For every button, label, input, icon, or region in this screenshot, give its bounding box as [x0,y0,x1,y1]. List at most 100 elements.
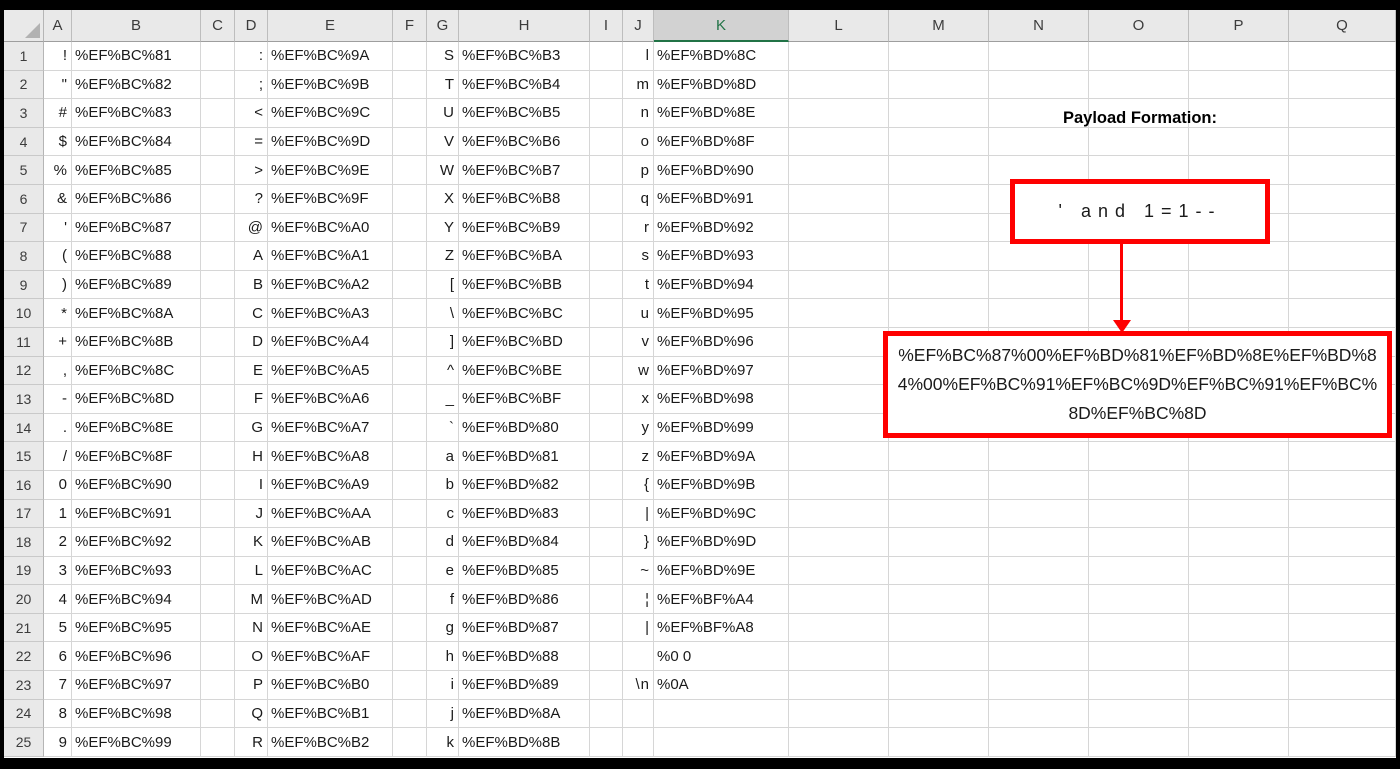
cell-G12[interactable]: ^ [427,356,459,386]
cell-O2[interactable] [1089,70,1189,100]
cell-N22[interactable] [989,642,1089,672]
cell-L18[interactable] [789,528,889,557]
cell-P4[interactable] [1189,127,1289,157]
cell-I12[interactable] [590,356,623,386]
cell-H20[interactable]: %EF%BD%86 [459,585,590,614]
cell-E5[interactable]: %EF%BC%9E [268,156,393,185]
cell-G20[interactable]: f [427,585,459,614]
cell-N25[interactable] [989,728,1089,757]
column-header-D[interactable]: D [235,10,268,42]
cell-L1[interactable] [789,42,889,71]
cell-H4[interactable]: %EF%BC%B6 [459,127,590,157]
cell-E9[interactable]: %EF%BC%A2 [268,270,393,300]
cell-F17[interactable] [393,499,427,529]
cell-I15[interactable] [590,442,623,471]
cell-D15[interactable]: H [235,442,268,471]
cell-F1[interactable] [393,42,427,71]
cell-O21[interactable] [1089,613,1189,643]
row-header-21[interactable]: 21 [4,613,44,643]
cell-I13[interactable] [590,385,623,414]
cell-C13[interactable] [201,385,235,414]
cell-C4[interactable] [201,127,235,157]
cell-O15[interactable] [1089,442,1189,471]
cell-N9[interactable] [989,270,1089,300]
cell-L19[interactable] [789,556,889,586]
cell-K12[interactable]: %EF%BD%97 [654,356,789,386]
cell-C2[interactable] [201,70,235,100]
cell-C7[interactable] [201,213,235,243]
cell-A3[interactable]: # [44,99,72,128]
cell-G15[interactable]: a [427,442,459,471]
cell-D8[interactable]: A [235,242,268,271]
cell-J10[interactable]: u [623,299,654,328]
cell-B3[interactable]: %EF%BC%83 [72,99,201,128]
cell-F6[interactable] [393,184,427,214]
cell-C15[interactable] [201,442,235,471]
cell-L12[interactable] [789,356,889,386]
cell-M19[interactable] [889,556,989,586]
cell-I2[interactable] [590,70,623,100]
cell-K5[interactable]: %EF%BD%90 [654,156,789,185]
cell-J11[interactable]: v [623,327,654,357]
cell-F25[interactable] [393,728,427,757]
cell-K9[interactable]: %EF%BD%94 [654,270,789,300]
cell-N15[interactable] [989,442,1089,471]
cell-N24[interactable] [989,699,1089,729]
cell-K11[interactable]: %EF%BD%96 [654,327,789,357]
cell-B14[interactable]: %EF%BC%8E [72,413,201,443]
cell-A17[interactable]: 1 [44,499,72,529]
column-header-N[interactable]: N [989,10,1089,42]
cell-K19[interactable]: %EF%BD%9E [654,556,789,586]
cell-J14[interactable]: y [623,413,654,443]
cell-E1[interactable]: %EF%BC%9A [268,42,393,71]
cell-J7[interactable]: r [623,213,654,243]
cell-G18[interactable]: d [427,528,459,557]
cell-K14[interactable]: %EF%BD%99 [654,413,789,443]
cell-A8[interactable]: ( [44,242,72,271]
cell-J3[interactable]: n [623,99,654,128]
cell-G2[interactable]: T [427,70,459,100]
cell-L9[interactable] [789,270,889,300]
cell-Q8[interactable] [1289,242,1396,271]
row-header-4[interactable]: 4 [4,127,44,157]
column-header-O[interactable]: O [1089,10,1189,42]
cell-E12[interactable]: %EF%BC%A5 [268,356,393,386]
cell-L5[interactable] [789,156,889,185]
cell-H7[interactable]: %EF%BC%B9 [459,213,590,243]
cell-E14[interactable]: %EF%BC%A7 [268,413,393,443]
cell-N8[interactable] [989,242,1089,271]
cell-P19[interactable] [1189,556,1289,586]
cell-B21[interactable]: %EF%BC%95 [72,613,201,643]
cell-K3[interactable]: %EF%BD%8E [654,99,789,128]
cell-Q16[interactable] [1289,470,1396,500]
cell-B1[interactable]: %EF%BC%81 [72,42,201,71]
cell-A22[interactable]: 6 [44,642,72,672]
cell-K24[interactable] [654,699,789,729]
cell-K16[interactable]: %EF%BD%9B [654,470,789,500]
cell-M6[interactable] [889,184,989,214]
cell-K13[interactable]: %EF%BD%98 [654,385,789,414]
cell-N16[interactable] [989,470,1089,500]
cell-D6[interactable]: ? [235,184,268,214]
cell-L7[interactable] [789,213,889,243]
cell-K20[interactable]: %EF%BF%A4 [654,585,789,614]
cell-B2[interactable]: %EF%BC%82 [72,70,201,100]
cell-D16[interactable]: I [235,470,268,500]
cell-A6[interactable]: & [44,184,72,214]
cell-A4[interactable]: $ [44,127,72,157]
cell-L23[interactable] [789,671,889,700]
cell-C3[interactable] [201,99,235,128]
cell-G4[interactable]: V [427,127,459,157]
cell-B19[interactable]: %EF%BC%93 [72,556,201,586]
cell-M16[interactable] [889,470,989,500]
cell-L13[interactable] [789,385,889,414]
cell-O20[interactable] [1089,585,1189,614]
row-header-25[interactable]: 25 [4,728,44,757]
cell-N1[interactable] [989,42,1089,71]
cell-I9[interactable] [590,270,623,300]
cell-N10[interactable] [989,299,1089,328]
cell-D13[interactable]: F [235,385,268,414]
cell-E13[interactable]: %EF%BC%A6 [268,385,393,414]
cell-C22[interactable] [201,642,235,672]
cell-K22[interactable]: %0 0 [654,642,789,672]
